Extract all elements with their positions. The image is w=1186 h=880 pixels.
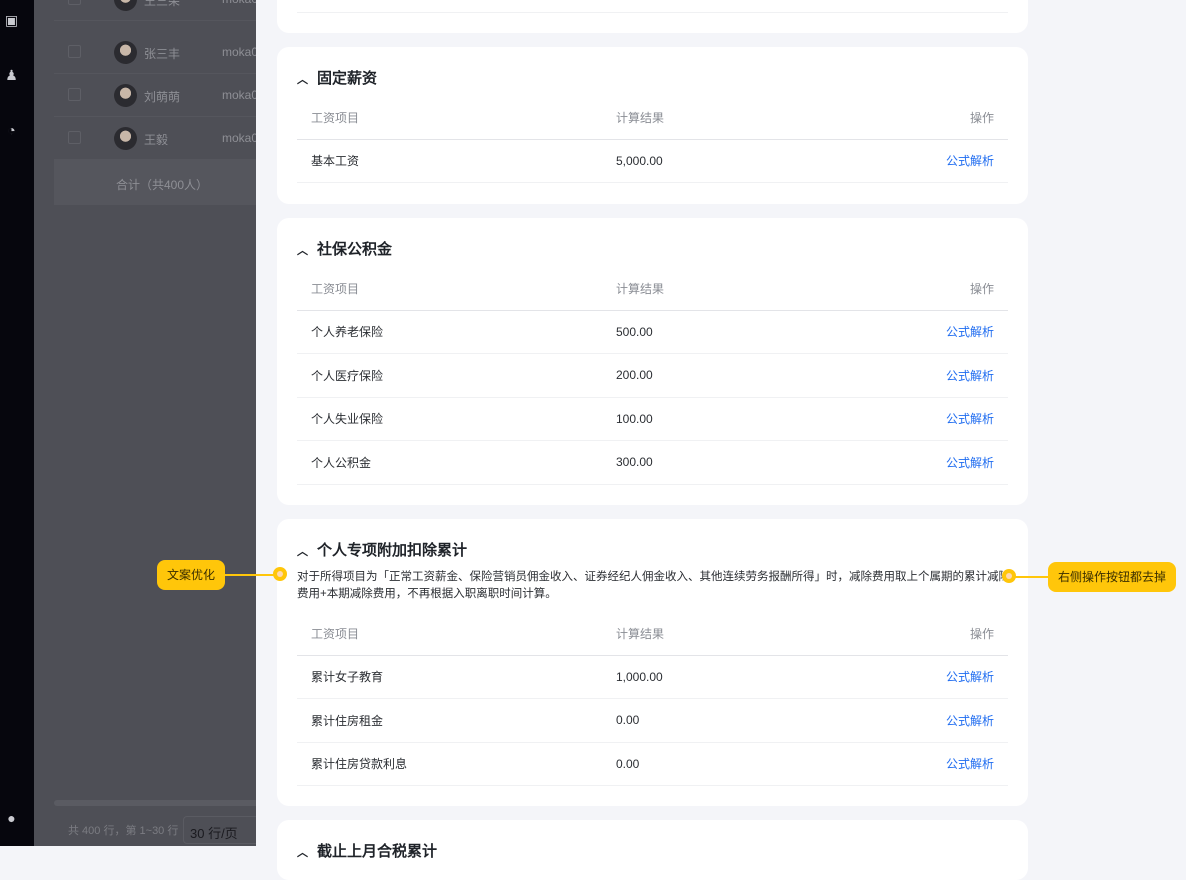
col-header-result: 计算结果	[616, 97, 788, 140]
row-checkbox[interactable]	[68, 0, 81, 5]
item-value: 200.00	[616, 353, 788, 398]
avatar	[114, 84, 137, 107]
item-name: 累计住房租金	[297, 698, 616, 743]
table-row: 基本工资 5,000.00 公式解析	[297, 139, 1008, 183]
chevron-up-icon: ︿	[297, 245, 308, 257]
section-toggle[interactable]: ︿ 个人专项附加扣除累计	[297, 539, 467, 560]
salary-table: 工资项目 计算结果 操作 基本工资 5,000.00 公式解析	[297, 97, 1008, 183]
formula-link[interactable]: 公式解析	[787, 397, 1008, 441]
section-toggle[interactable]: ︿ 固定薪资	[297, 67, 377, 88]
table-row[interactable]: 王毅 moka0	[54, 117, 276, 160]
col-header-item: 工资项目	[297, 97, 616, 140]
row-checkbox[interactable]	[68, 88, 81, 101]
item-name: 个人医疗保险	[297, 353, 616, 398]
avatar	[114, 0, 137, 11]
pie-chart-icon[interactable]: ◔	[4, 123, 19, 138]
formula-link[interactable]: 公式解析	[787, 655, 1008, 699]
chevron-up-icon: ︿	[297, 546, 308, 558]
employee-name: 王三朵	[144, 0, 181, 8]
item-value: 500.00	[616, 310, 788, 354]
table-row: 个人医疗保险 200.00 公式解析	[297, 353, 1008, 398]
formula-link[interactable]: 公式解析	[787, 139, 1008, 183]
item-name: 个人养老保险	[297, 310, 616, 354]
section-title: 固定薪资	[317, 70, 378, 87]
salary-table: 工资项目 计算结果 操作 累计女子教育 1,000.00 公式解析 累计住房租金 0.00…	[297, 613, 1008, 786]
salary-detail-drawer: ︿ 固定薪资 工资项目 计算结果 操作 基本工资 5,000.00 公式解析 ︿ 社保公积金…	[256, 0, 1186, 880]
employee-account: moka0	[222, 88, 259, 102]
background-table: 王三朵 moka0 张三丰 moka0 刘萌萌 moka0 王毅 moka0 合计（共4…	[34, 0, 276, 846]
item-name: 累计女子教育	[297, 655, 616, 699]
item-value: 0.00	[616, 698, 788, 743]
formula-link[interactable]: 公式解析	[787, 440, 1008, 485]
annotation-left: 文案优化	[157, 560, 226, 590]
salary-icon[interactable]: ▣	[4, 13, 19, 28]
formula-link[interactable]: 公式解析	[787, 698, 1008, 743]
section-title: 个人专项附加扣除累计	[317, 542, 468, 559]
pagination-info: 共 400 行，第 1~30 行	[68, 825, 179, 837]
item-value: 0.00	[616, 742, 788, 786]
horizontal-scrollbar[interactable]	[54, 800, 264, 806]
annotation-right: 右侧操作按钮都去掉	[1048, 562, 1177, 592]
section-special-deduction: ︿ 个人专项附加扣除累计 对于所得项目为「正常工资薪金、保险营销员佣金收入、证券经…	[277, 519, 1028, 806]
section-toggle[interactable]: ︿ 截止上月合税累计	[297, 840, 437, 861]
previous-section-card	[277, 0, 1028, 33]
section-toggle[interactable]: ︿ 社保公积金	[297, 238, 392, 259]
col-header-action: 操作	[787, 268, 1008, 311]
table-row: 个人失业保险 100.00 公式解析	[297, 397, 1008, 441]
col-header-result: 计算结果	[616, 268, 788, 311]
item-name: 基本工资	[297, 139, 616, 183]
avatar	[114, 127, 137, 150]
annotation-connector	[222, 574, 275, 576]
employee-name: 王毅	[144, 133, 169, 147]
formula-link[interactable]: 公式解析	[787, 742, 1008, 786]
item-value: 300.00	[616, 440, 788, 485]
formula-link[interactable]: 公式解析	[787, 310, 1008, 354]
page-size-value: 30 行/页	[190, 826, 238, 841]
item-name: 个人失业保险	[297, 397, 616, 441]
annotation-dot	[1002, 569, 1016, 583]
table-row: 个人养老保险 500.00 公式解析	[297, 310, 1008, 354]
table-row: 个人公积金 300.00 公式解析	[297, 440, 1008, 485]
annotation-dot	[273, 567, 287, 581]
item-name: 累计住房贷款利息	[297, 742, 616, 786]
table-row[interactable]: 王三朵 moka0	[54, 0, 276, 21]
formula-link[interactable]: 公式解析	[787, 353, 1008, 398]
col-header-result: 计算结果	[616, 613, 788, 656]
col-header-item: 工资项目	[297, 268, 616, 311]
row-checkbox[interactable]	[68, 45, 81, 58]
chevron-up-icon: ︿	[297, 74, 308, 86]
employee-name: 刘萌萌	[144, 90, 181, 104]
item-name: 个人公积金	[297, 440, 616, 485]
page-size-select[interactable]: 30 行/页	[183, 816, 263, 844]
table-row[interactable]: 张三丰 moka0	[54, 31, 276, 74]
row-checkbox[interactable]	[68, 131, 81, 144]
chevron-up-icon: ︿	[297, 847, 308, 859]
avatar	[114, 41, 137, 64]
col-header-action: 操作	[787, 613, 1008, 656]
col-header-action: 操作	[787, 97, 1008, 140]
salary-table: 工资项目 计算结果 操作 个人养老保险 500.00 公式解析 个人医疗保险 200.00…	[297, 268, 1008, 485]
employee-account: moka0	[222, 131, 259, 145]
section-description: 对于所得项目为「正常工资薪金、保险营销员佣金收入、证券经纪人佣金收入、其他连续劳…	[297, 571, 1010, 600]
table-row: 累计女子教育 1,000.00 公式解析	[297, 655, 1008, 699]
item-value: 1,000.00	[616, 655, 788, 699]
item-value: 5,000.00	[616, 139, 788, 183]
total-row: 合计（共400人）	[54, 160, 276, 205]
section-tax-cumulative: ︿ 截止上月合税累计	[277, 820, 1028, 880]
employee-account: moka0	[222, 0, 258, 6]
table-row: 累计住房贷款利息 0.00 公式解析	[297, 742, 1008, 786]
section-title: 社保公积金	[317, 241, 393, 258]
annotation-connector	[1014, 576, 1050, 578]
settings-icon[interactable]: ●	[4, 811, 19, 826]
col-header-item: 工资项目	[297, 613, 616, 656]
section-fixed-salary: ︿ 固定薪资 工资项目 计算结果 操作 基本工资 5,000.00 公式解析	[277, 47, 1028, 204]
employee-name: 张三丰	[144, 47, 181, 61]
section-social-insurance: ︿ 社保公积金 工资项目 计算结果 操作 个人养老保险 500.00 公式解析 个人医疗保…	[277, 218, 1028, 505]
employee-account: moka0	[222, 45, 259, 59]
table-row: 累计住房租金 0.00 公式解析	[297, 698, 1008, 743]
user-icon[interactable]: ♟	[4, 68, 19, 83]
item-value: 100.00	[616, 397, 788, 441]
app-sidebar: ▣ ♟ ◔ ●	[0, 0, 34, 846]
table-row[interactable]: 刘萌萌 moka0	[54, 74, 276, 117]
